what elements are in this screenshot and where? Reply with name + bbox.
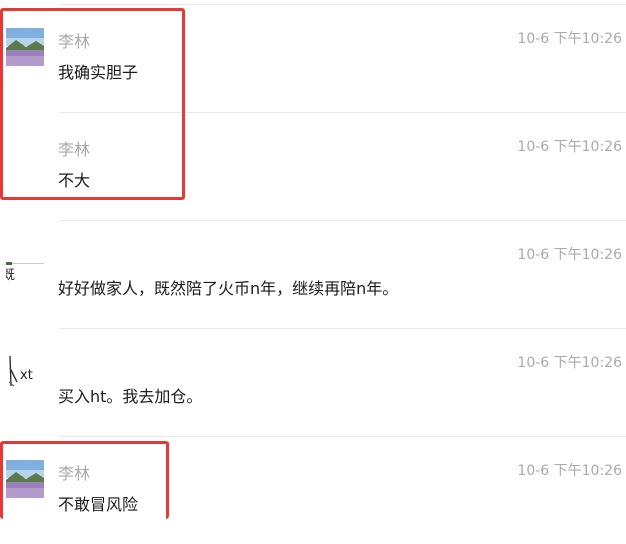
message-divider xyxy=(60,220,626,221)
chat-message-4[interactable]: xt 10-6 下午10:26 买入ht。我去加仓。 xyxy=(0,328,626,436)
avatar-label: 既 xyxy=(6,268,16,282)
avatar[interactable]: xt xyxy=(6,352,44,390)
avatar[interactable]: 既 xyxy=(6,244,44,282)
message-time: 10-6 下午10:26 xyxy=(517,247,622,263)
message-time: 10-6 下午10:26 xyxy=(517,31,622,47)
message-time: 10-6 下午10:26 xyxy=(517,355,622,371)
message-text: 好好做家人，既然陪了火币n年，继续再陪n年。 xyxy=(58,279,399,298)
message-time: 10-6 下午10:26 xyxy=(517,463,622,479)
message-divider xyxy=(60,4,626,5)
chat-message-3[interactable]: 既 10-6 下午10:26 好好做家人，既然陪了火币n年，继续再陪n年。 xyxy=(0,220,626,328)
highlight-box xyxy=(0,441,169,519)
avatar-label: xt xyxy=(20,368,33,383)
highlight-box xyxy=(0,8,185,200)
message-divider xyxy=(60,328,626,329)
message-text: 买入ht。我去加仓。 xyxy=(58,387,203,406)
message-divider xyxy=(60,436,626,437)
message-time: 10-6 下午10:26 xyxy=(517,139,622,155)
